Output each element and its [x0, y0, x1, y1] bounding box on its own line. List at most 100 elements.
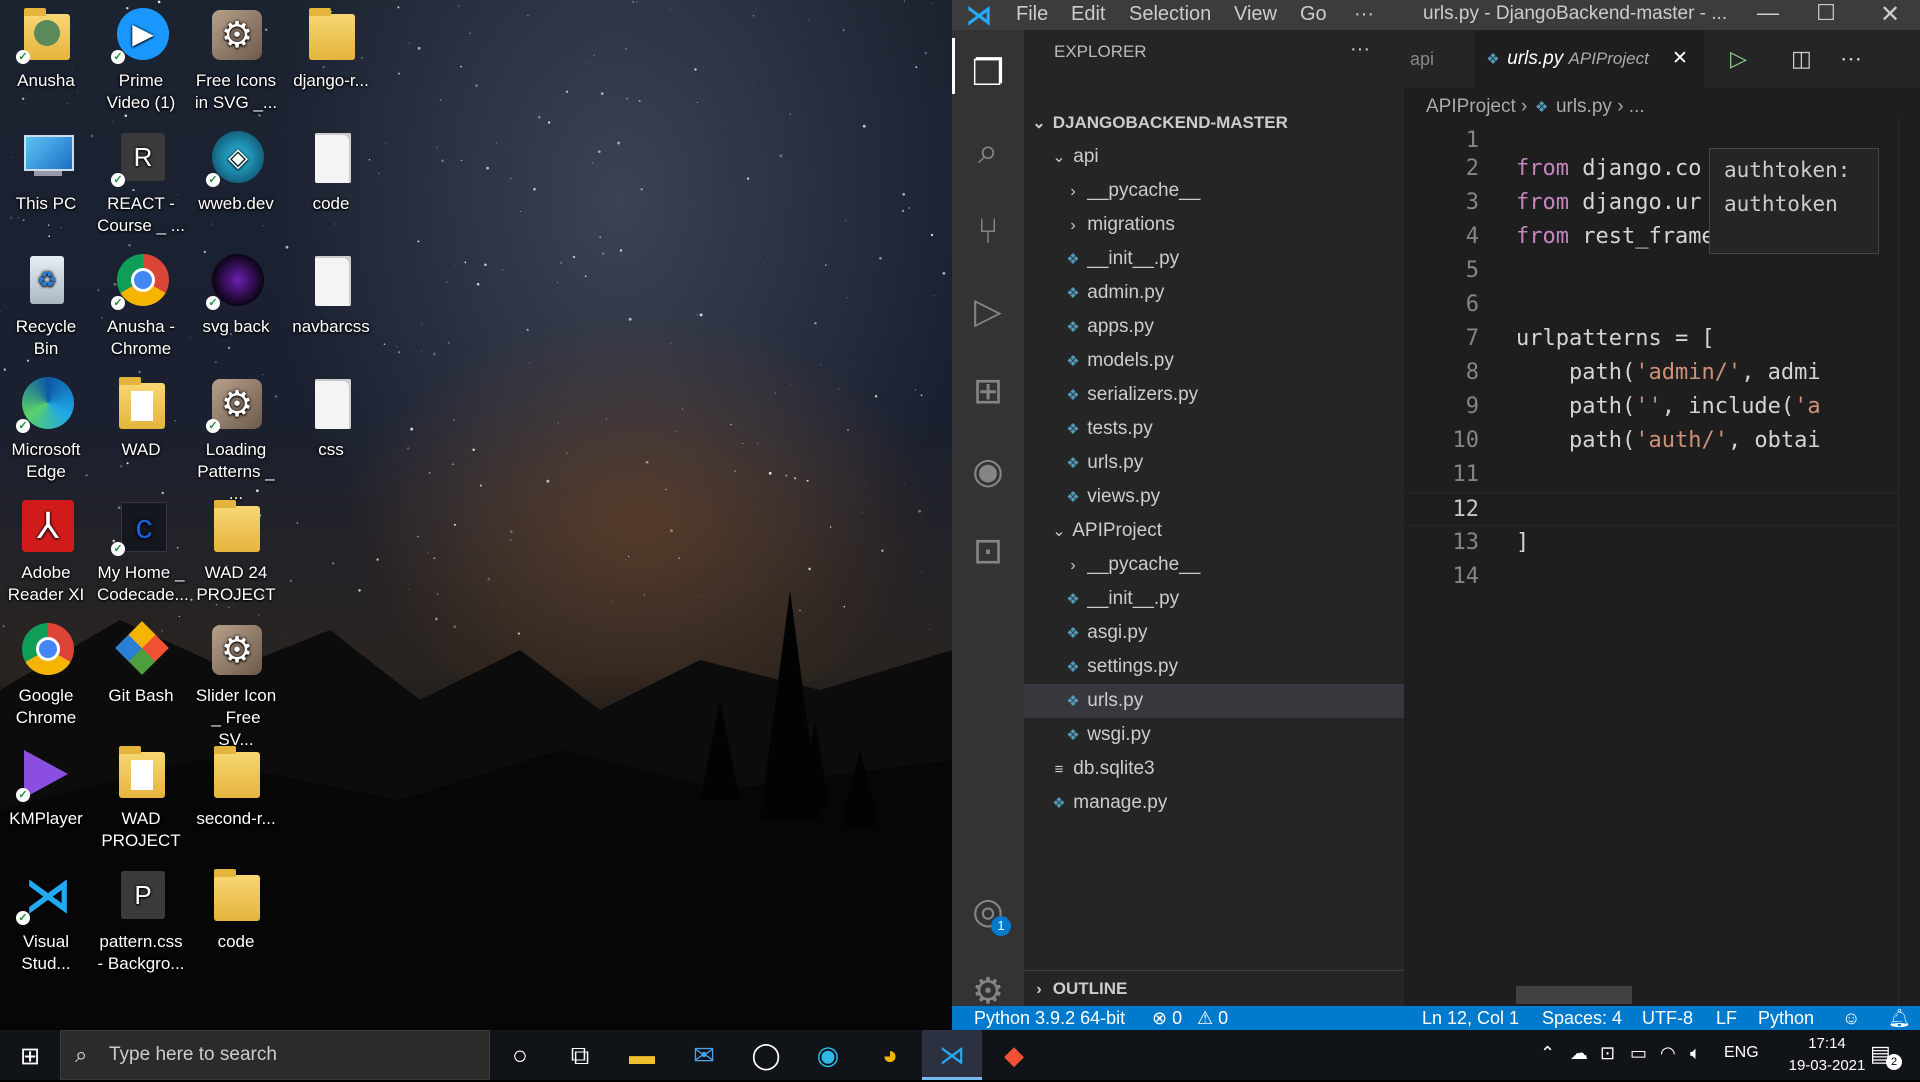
tree-folder-apiproject[interactable]: ⌄ APIProject: [1024, 514, 1404, 548]
desktop-icon-svg-back[interactable]: ✓ svg back: [190, 250, 282, 338]
wifi-icon[interactable]: ◠: [1660, 1043, 1676, 1064]
tree-file-init[interactable]: ❖ __init__.py: [1024, 242, 1404, 276]
desktop-icon-microsoft-edge[interactable]: ✓ Microsoft Edge: [0, 373, 92, 483]
status-warnings[interactable]: ⚠ 0: [1197, 1006, 1228, 1030]
explorer-icon[interactable]: ❐: [952, 38, 1024, 110]
desktop-icon-free-icons-svg[interactable]: ⚙ Free Icons in SVG _...: [190, 4, 282, 114]
close-window-icon[interactable]: ✕: [1870, 0, 1910, 29]
workspace-root[interactable]: ⌄ DJANGOBACKEND-MASTER: [1024, 106, 1404, 140]
status-python-interpreter[interactable]: Python 3.9.2 64-bit: [974, 1006, 1125, 1030]
notifications-bell-icon[interactable]: 🔔︎: [1888, 1006, 1911, 1030]
tree-file-apps[interactable]: ❖ apps.py: [1024, 310, 1404, 344]
start-button[interactable]: ⊞: [0, 1030, 60, 1080]
desktop-icon-prime-video[interactable]: ▶ ✓ Prime Video (1): [95, 4, 187, 114]
tree-file-init-2[interactable]: ❖ __init__.py: [1024, 582, 1404, 616]
desktop-icon-anusha-chrome[interactable]: ✓ Anusha - Chrome: [95, 250, 187, 360]
tree-file-manage[interactable]: ❖ manage.py: [1024, 786, 1404, 820]
menu-go[interactable]: Go: [1300, 3, 1327, 26]
file-explorer-icon[interactable]: ▬: [612, 1030, 672, 1080]
tree-file-apiproject-urls[interactable]: ❖ urls.py: [1024, 684, 1404, 718]
menu-selection[interactable]: Selection: [1129, 3, 1211, 26]
vertical-scrollbar[interactable]: [1898, 118, 1920, 1018]
tree-file-models[interactable]: ❖ models.py: [1024, 344, 1404, 378]
git-bash-taskbar-icon[interactable]: ◆: [984, 1030, 1044, 1080]
desktop-icon-google-chrome[interactable]: Google Chrome: [0, 619, 92, 729]
tab-api[interactable]: api: [1404, 30, 1481, 88]
status-cursor-position[interactable]: Ln 12, Col 1: [1422, 1006, 1519, 1030]
desktop-icon-adobe-reader[interactable]: ⅄ Adobe Reader XI: [0, 496, 92, 606]
tab-urls-py[interactable]: ❖ urls.py APIProject ✕: [1474, 30, 1704, 88]
tree-folder-pycache[interactable]: › __pycache__: [1024, 174, 1404, 208]
volume-icon[interactable]: 🔈︎: [1690, 1043, 1701, 1064]
desktop-icon-visual-studio-code[interactable]: ⋊ ✓ Visual Stud...: [0, 865, 92, 975]
breadcrumb-more[interactable]: ...: [1629, 96, 1645, 117]
desktop-icon-wad-project[interactable]: WAD PROJECT: [95, 742, 187, 852]
status-language[interactable]: Python: [1758, 1006, 1814, 1030]
desktop-icon-wweb-dev[interactable]: ◈ ✓ wweb.dev: [190, 127, 282, 215]
battery-icon[interactable]: ▭: [1630, 1043, 1647, 1064]
input-language[interactable]: ENG: [1724, 1044, 1759, 1062]
search-icon[interactable]: ⌕: [952, 116, 1024, 188]
desktop-icon-slider-icon[interactable]: ⚙ Slider Icon _ Free SV...: [190, 619, 282, 751]
split-editor-icon[interactable]: ◫: [1791, 30, 1812, 88]
github-icon[interactable]: ◉: [952, 436, 1024, 508]
accounts-icon[interactable]: ◎: [952, 876, 1024, 948]
tree-file-asgi[interactable]: ❖ asgi.py: [1024, 616, 1404, 650]
close-tab-icon[interactable]: ✕: [1672, 30, 1688, 88]
remote-explorer-icon[interactable]: ⊡: [952, 516, 1024, 588]
tree-file-tests[interactable]: ❖ tests.py: [1024, 412, 1404, 446]
menu-edit[interactable]: Edit: [1071, 3, 1105, 26]
run-python-file-icon[interactable]: ▷: [1730, 30, 1747, 88]
desktop-icon-pattern-css[interactable]: P pattern.css - Backgro...: [95, 865, 187, 975]
tree-file-api-urls[interactable]: ❖ urls.py: [1024, 446, 1404, 480]
desktop-icon-wad[interactable]: WAD: [95, 373, 187, 461]
tree-folder-pycache-2[interactable]: › __pycache__: [1024, 548, 1404, 582]
desktop-icon-code-folder[interactable]: code: [190, 865, 282, 953]
desktop-icon-code-file[interactable]: code: [285, 127, 377, 215]
horizontal-scrollbar[interactable]: [1516, 986, 1632, 1004]
outline-section[interactable]: › OUTLINE: [1024, 970, 1404, 1007]
show-hidden-icons-icon[interactable]: ⌃: [1540, 1043, 1555, 1064]
mail-icon[interactable]: ✉: [674, 1030, 734, 1080]
desktop-icon-navbarcss[interactable]: navbarcss: [285, 250, 377, 338]
menu-more[interactable]: ···: [1354, 3, 1374, 26]
desktop-icon-kmplayer[interactable]: ✓ KMPlayer: [0, 742, 92, 830]
status-end-of-line[interactable]: LF: [1716, 1006, 1737, 1030]
breadcrumb-file[interactable]: urls.py: [1556, 96, 1612, 117]
tree-file-admin[interactable]: ❖ admin.py: [1024, 276, 1404, 310]
vscode-taskbar-icon[interactable]: ⋊: [922, 1030, 982, 1080]
status-encoding[interactable]: UTF-8: [1642, 1006, 1693, 1030]
security-icon[interactable]: ⊡: [1600, 1043, 1615, 1064]
minimize-icon[interactable]: —: [1748, 0, 1788, 26]
maximize-icon[interactable]: ☐: [1806, 0, 1846, 26]
task-view-icon[interactable]: ⧉: [550, 1030, 610, 1080]
tree-file-serializers[interactable]: ❖ serializers.py: [1024, 378, 1404, 412]
extensions-icon[interactable]: ⊞: [952, 356, 1024, 428]
source-control-icon[interactable]: ⑂: [952, 196, 1024, 268]
run-debug-icon[interactable]: ▷: [952, 276, 1024, 348]
tree-folder-api[interactable]: ⌄ api: [1024, 140, 1404, 174]
explorer-more-actions[interactable]: ···: [1350, 38, 1370, 61]
tree-file-db-sqlite[interactable]: ≡ db.sqlite3: [1024, 752, 1404, 786]
desktop-icon-django-r[interactable]: django-r...: [285, 4, 377, 92]
desktop-icon-git-bash[interactable]: Git Bash: [95, 619, 187, 707]
desktop-icon-css[interactable]: css: [285, 373, 377, 461]
cortana-icon[interactable]: ○: [490, 1030, 550, 1080]
menu-file[interactable]: File: [1016, 3, 1048, 26]
edge-icon[interactable]: ◉: [798, 1030, 858, 1080]
desktop-icon-anusha[interactable]: ✓ Anusha: [0, 4, 92, 92]
status-indentation[interactable]: Spaces: 4: [1542, 1006, 1622, 1030]
dell-icon[interactable]: ◯: [736, 1030, 796, 1080]
chrome-icon[interactable]: ◕: [860, 1030, 920, 1080]
desktop-icon-loading-patterns[interactable]: ⚙ ✓ Loading Patterns _ ...: [190, 373, 282, 505]
desktop-icon-codecademy[interactable]: c ✓ My Home _ Codecade...: [95, 496, 189, 606]
editor-more-actions[interactable]: ⋯: [1840, 30, 1862, 88]
desktop-icon-react-course[interactable]: R ✓ REACT - Course _ ...: [95, 127, 187, 237]
desktop-icon-wad-24-project[interactable]: WAD 24 PROJECT: [190, 496, 282, 606]
tree-file-views[interactable]: ❖ views.py: [1024, 480, 1404, 514]
feedback-icon[interactable]: ☺: [1842, 1006, 1860, 1030]
menu-view[interactable]: View: [1234, 3, 1277, 26]
clock[interactable]: 17:14 19-03-2021: [1782, 1033, 1872, 1077]
desktop-icon-second-r[interactable]: second-r...: [190, 742, 282, 830]
taskbar-search-box[interactable]: ⌕ Type here to search: [60, 1030, 490, 1080]
